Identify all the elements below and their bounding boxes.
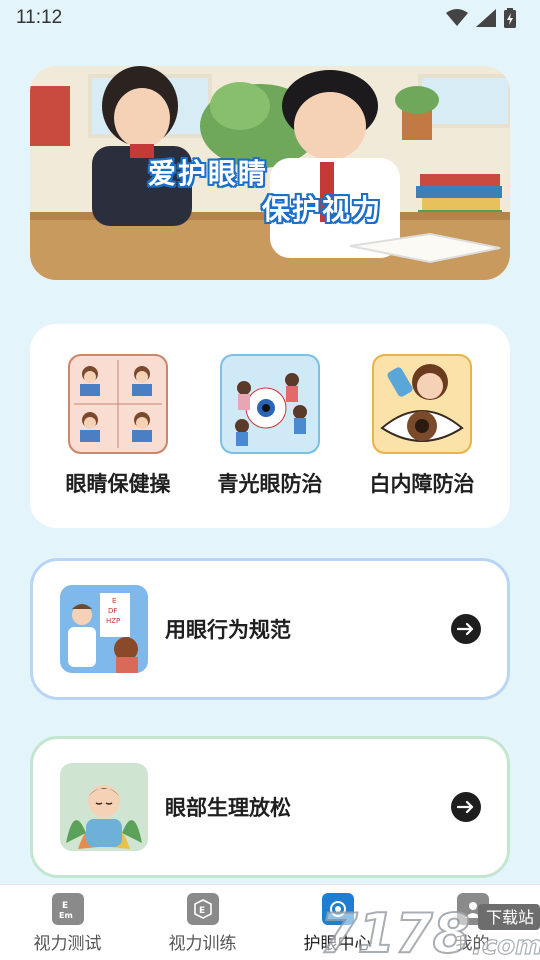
eye-exercise-illustration xyxy=(68,354,168,454)
svg-text:E: E xyxy=(112,597,116,605)
eye-chart-doctor-illustration: E DF HZP xyxy=(60,585,148,673)
arrow-right-icon[interactable] xyxy=(451,792,481,822)
glaucoma-illustration xyxy=(220,354,320,454)
cellular-signal-icon xyxy=(476,9,496,27)
category-glaucoma[interactable]: 青光眼防治 xyxy=(195,354,345,498)
eye-relax-card[interactable]: 眼部生理放松 xyxy=(30,736,510,878)
card-title: 眼部生理放松 xyxy=(165,796,291,820)
svg-text:.com: .com xyxy=(472,931,540,960)
category-label: 眼睛保健操 xyxy=(65,472,171,496)
relaxing-child-illustration xyxy=(60,763,148,851)
svg-text:DF: DF xyxy=(108,607,117,615)
cataract-illustration xyxy=(372,354,472,454)
svg-text:下载站: 下载站 xyxy=(486,908,534,927)
category-eye-exercise[interactable]: 眼睛保健操 xyxy=(43,354,193,498)
site-watermark: 7178 .com 下载站 xyxy=(319,890,540,960)
svg-text:E: E xyxy=(62,901,68,911)
svg-text:E: E xyxy=(199,906,205,916)
battery-icon xyxy=(504,8,516,28)
nav-label: 视力训练 xyxy=(168,934,237,954)
nav-label: 视力测试 xyxy=(33,934,102,954)
nav-vision-test[interactable]: E Em 视力测试 xyxy=(0,893,135,954)
nav-vision-training[interactable]: E 视力训练 xyxy=(135,893,270,954)
svg-text:Em: Em xyxy=(59,911,73,920)
status-bar: 11:12 xyxy=(0,0,540,36)
banner-slogan-line2: 保护视力 xyxy=(262,193,383,226)
category-card: 眼睛保健操 青光眼防治 白内障防治 xyxy=(30,324,510,528)
banner-slogan-line1: 爱护眼睛 xyxy=(148,157,269,190)
category-label: 白内障防治 xyxy=(369,472,475,496)
eye-habits-card[interactable]: E DF HZP 用眼行为规范 xyxy=(30,558,510,700)
classroom-illustration xyxy=(30,66,510,280)
card-title: 用眼行为规范 xyxy=(165,618,291,642)
vision-training-icon: E xyxy=(186,893,219,925)
category-label: 青光眼防治 xyxy=(217,472,323,496)
watermark-logo: 7178 .com 下载站 xyxy=(319,901,540,960)
hero-banner[interactable]: 爱护眼睛 保护视力 xyxy=(30,66,510,280)
arrow-right-icon[interactable] xyxy=(451,614,481,644)
category-cataract[interactable]: 白内障防治 xyxy=(347,354,497,498)
status-time: 11:12 xyxy=(16,7,63,28)
wifi-icon xyxy=(446,9,468,26)
status-icons xyxy=(446,8,516,28)
vision-test-icon: E Em xyxy=(51,893,84,925)
svg-text:7178: 7178 xyxy=(320,902,470,960)
svg-text:HZP: HZP xyxy=(106,617,120,625)
